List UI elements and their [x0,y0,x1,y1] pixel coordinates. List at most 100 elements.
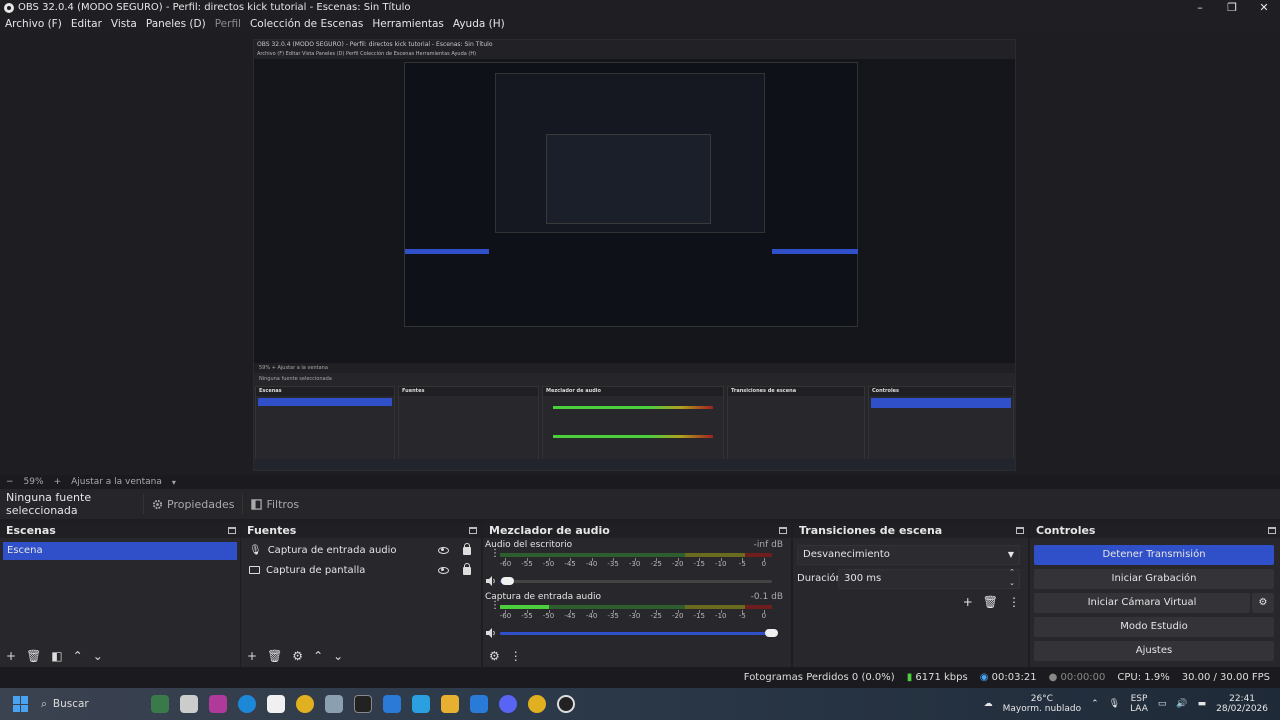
menu-coleccion-escenas[interactable]: Colección de Escenas [250,18,363,30]
scene-filters-icon[interactable]: ◧ [51,649,62,663]
discord-icon[interactable] [499,695,517,713]
meter-tick-mark [613,558,615,561]
speaker-icon[interactable] [485,628,497,638]
copilot-icon[interactable] [209,695,227,713]
task-view-icon[interactable] [180,695,198,713]
store-icon[interactable] [267,695,285,713]
battery-icon[interactable]: ▬ [1198,699,1207,709]
menu-vista[interactable]: Vista [111,18,137,30]
fit-to-window[interactable]: Ajustar a la ventana [71,477,162,487]
channel-menu-icon[interactable]: ⋮ [490,549,500,559]
transition-menu-icon[interactable]: ⋮ [1008,595,1020,609]
folder-icon[interactable] [441,695,459,713]
virtual-camera-settings-button[interactable]: ⚙ [1252,593,1274,613]
float-icon[interactable] [228,527,236,534]
maximize-button[interactable]: ❐ [1216,0,1248,15]
move-down-icon[interactable]: ⌄ [333,649,343,663]
menu-paneles[interactable]: Paneles (D) [146,18,206,30]
close-button[interactable]: ✕ [1248,0,1280,15]
settings-app-icon[interactable] [325,695,343,713]
float-icon[interactable] [1268,527,1276,534]
float-icon[interactable] [1016,527,1024,534]
eye-icon[interactable] [438,566,449,574]
chrome-icon[interactable] [528,695,546,713]
vscode-icon[interactable] [470,695,488,713]
chevron-up-icon[interactable]: ⌃ [1091,699,1099,709]
channel-db: -inf dB [753,540,783,550]
widget-icon[interactable] [151,695,169,713]
transition-select[interactable]: Desvanecimiento ▼ [797,545,1020,565]
add-icon[interactable]: + [247,649,257,663]
start-recording-button[interactable]: Iniciar Grabación [1034,569,1274,589]
volume-knob[interactable] [765,629,778,637]
meter-tick-label: -60 [499,560,512,568]
network-icon[interactable]: ▭ [1158,699,1167,709]
studio-mode-button[interactable]: Modo Estudio [1034,617,1274,637]
volume-knob[interactable] [501,577,515,585]
chrome-icon[interactable] [296,695,314,713]
move-up-icon[interactable]: ⌃ [73,649,83,663]
gear-icon[interactable]: ⚙ [292,649,303,663]
monitor-icon [249,566,260,574]
meter-tick-label: -35 [607,612,619,620]
volume-icon[interactable]: 🔊 [1176,699,1187,709]
trash-icon[interactable]: 🗑 [983,595,998,609]
nested-controls-panel: Controles [868,386,1014,468]
source-item[interactable]: 🎙 Captura de entrada audio [241,540,481,560]
meter-tick-label: -40 [585,560,598,568]
lock-icon[interactable] [463,563,471,575]
trash-icon[interactable]: 🗑 [26,649,41,663]
weather[interactable]: 26°C Mayorm. nublado [1003,694,1082,714]
program-preview[interactable]: OBS 32.0.4 (MODO SEGURO) - Perfil: direc… [253,39,1016,471]
filters-button[interactable]: Filtros [242,494,307,514]
notepad-icon[interactable] [412,695,430,713]
zoom-in-button[interactable]: + [54,477,62,487]
windows-start-icon[interactable] [13,696,29,712]
float-icon[interactable] [469,527,477,534]
spin-arrows-icon[interactable]: ⌃ ⌄ [1009,567,1015,589]
speaker-icon[interactable] [485,576,497,586]
advanced-audio-icon[interactable]: ⚙ [489,649,500,663]
channel-name: Captura de entrada audio [485,592,601,602]
calculator-icon[interactable] [383,695,401,713]
float-icon[interactable] [779,527,787,534]
trash-icon[interactable]: 🗑 [267,649,282,663]
menu-perfil[interactable]: Perfil [215,18,241,30]
stop-stream-button[interactable]: Detener Transmisión [1034,545,1274,565]
preview-area[interactable]: OBS 32.0.4 (MODO SEGURO) - Perfil: direc… [0,33,1280,475]
docks-area: Escenas Escena + 🗑 ◧ ⌃ ⌄ Fuentes 🎙 Captu… [0,519,1280,667]
virtual-camera-button[interactable]: Iniciar Cámara Virtual [1034,593,1250,613]
menu-editar[interactable]: Editar [71,18,102,30]
channel-menu-icon[interactable]: ⋮ [490,601,500,611]
mixer-menu-icon[interactable]: ⋮ [510,649,522,663]
lock-icon[interactable] [463,543,471,555]
scene-item[interactable]: Escena [3,542,237,560]
volume-slider[interactable] [500,629,778,637]
menu-herramientas[interactable]: Herramientas [372,18,444,30]
language[interactable]: ESP LAA [1130,694,1148,714]
menu-archivo[interactable]: Archivo (F) [5,18,62,30]
obs-icon[interactable] [557,695,575,713]
properties-button[interactable]: Propiedades [143,494,242,514]
volume-slider[interactable] [500,577,772,585]
move-down-icon[interactable]: ⌄ [93,649,103,663]
add-transition-icon[interactable]: + [963,595,973,609]
duration-field[interactable]: 300 ms ⌃ ⌄ [838,567,1020,589]
edge-icon[interactable] [238,695,256,713]
minimize-button[interactable]: – [1184,0,1216,15]
menu-ayuda[interactable]: Ayuda (H) [453,18,505,30]
eye-icon[interactable] [438,546,449,554]
clock[interactable]: 22:41 28/02/2026 [1216,694,1268,714]
terminal-icon[interactable] [354,695,372,713]
move-up-icon[interactable]: ⌃ [313,649,323,663]
language-code: ESP [1130,694,1148,704]
taskbar-search[interactable]: ⌕ Buscar [41,698,151,711]
nested-mixer-panel: Mezclador de audio [542,386,724,468]
settings-button[interactable]: Ajustes [1034,641,1274,661]
add-icon[interactable]: + [6,649,16,663]
microphone-tray-icon[interactable]: 🎙 [1109,699,1120,709]
source-item[interactable]: Captura de pantalla [241,560,481,580]
meter-tick-label: -30 [628,560,641,568]
zoom-dropdown-icon[interactable]: ▾ [172,478,176,487]
zoom-out-button[interactable]: − [6,477,14,487]
